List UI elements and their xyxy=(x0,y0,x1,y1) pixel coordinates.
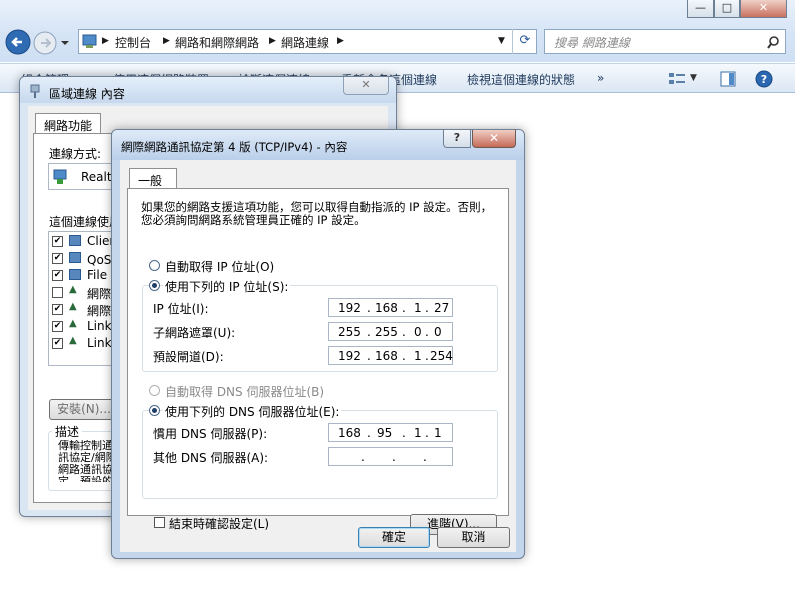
ip-address-field[interactable]: 192. 168. 1. 27 xyxy=(328,298,453,317)
close-button[interactable]: ✕ xyxy=(740,0,787,18)
ip-address-label: IP 位址(I): xyxy=(153,302,209,316)
help-button[interactable]: ? xyxy=(443,130,471,148)
search-placeholder: 搜尋 網路連線 xyxy=(554,36,630,50)
view-options-chevron-icon[interactable]: ▼ xyxy=(690,73,697,83)
connect-using-label: 連線方式: xyxy=(49,147,102,161)
ipv4-dialog-body: 一般 如果您的網路支援這項功能，您可以取得自動指派的 IP 設定。否則，您必須詢… xyxy=(120,160,516,552)
validate-label[interactable]: 結束時確認設定(L) xyxy=(169,515,269,532)
alternate-dns-label: 其他 DNS 伺服器(A): xyxy=(153,451,269,465)
breadcrumb-control-panel[interactable]: 控制台 xyxy=(115,34,151,51)
control-panel-icon xyxy=(82,34,97,48)
auto-ip-radio[interactable] xyxy=(149,260,160,271)
preferred-dns-label: 慣用 DNS 伺服器(P): xyxy=(153,427,268,441)
auto-ip-label[interactable]: 自動取得 IP 位址(O) xyxy=(165,258,274,275)
search-input[interactable]: 搜尋 網路連線 xyxy=(544,29,786,54)
protocol-icon: ▲ xyxy=(69,335,77,346)
address-dropdown-icon[interactable]: ▼ xyxy=(498,36,505,46)
ipv4-dialog-title: 網際網路通訊協定第 4 版 (TCP/IPv4) - 內容 xyxy=(121,140,348,154)
adapter-box: Realtek xyxy=(48,163,118,190)
subnet-mask-field[interactable]: 255. 255. 0. 0 xyxy=(328,322,453,341)
description-text: 傳輸控制通訊協定/網際網路通訊協定。預設的廣域網路通訊協定，提供不同網路間的通訊… xyxy=(58,440,117,482)
ipv4-properties-dialog: 網際網路通訊協定第 4 版 (TCP/IPv4) - 內容 ? ✕ 一般 如果您… xyxy=(111,129,525,559)
tab-general[interactable]: 一般 xyxy=(129,168,177,189)
components-list[interactable]: ✔Client for Microsoft Networks ✔QoS 封包排程… xyxy=(48,231,120,366)
auto-dns-radio[interactable] xyxy=(149,385,160,396)
forward-arrow-icon[interactable] xyxy=(33,31,57,55)
search-icon[interactable] xyxy=(766,35,780,49)
service-icon xyxy=(69,252,81,263)
maximize-button[interactable]: □ xyxy=(714,0,740,18)
back-arrow-icon[interactable] xyxy=(5,29,31,55)
install-button[interactable]: 安裝(N)... xyxy=(49,399,119,420)
address-bar[interactable]: ▶ 控制台 ▶ 網路和網際網路 ▶ 網路連線 ▶ ▼ xyxy=(78,29,537,54)
preferred-dns-field[interactable]: 168. 95. 1. 1 xyxy=(328,423,453,442)
auto-dns-label[interactable]: 自動取得 DNS 伺服器位址(B) xyxy=(165,383,324,400)
network-adapter-icon xyxy=(30,84,40,98)
lan-dialog-close-button[interactable]: ✕ xyxy=(343,77,389,95)
manual-ip-radio[interactable] xyxy=(149,280,160,291)
view-status-command[interactable]: 檢視這個連線的狀態 xyxy=(467,71,575,88)
breadcrumb-separator-icon[interactable]: ▶ xyxy=(269,36,276,46)
protocol-icon: ▲ xyxy=(69,284,77,295)
protocol-icon: ▲ xyxy=(69,318,77,329)
protocol-icon: ▲ xyxy=(69,301,77,312)
alternate-dns-field[interactable]: ... xyxy=(328,447,453,466)
breadcrumb-network-connections[interactable]: 網路連線 xyxy=(281,34,329,51)
breadcrumb-separator-icon[interactable]: ▶ xyxy=(337,36,344,46)
manual-dns-label[interactable]: 使用下列的 DNS 伺服器位址(E): xyxy=(163,403,342,420)
ipv4-dialog-close-button[interactable]: ✕ xyxy=(472,130,516,148)
service-icon xyxy=(69,269,81,280)
network-card-icon xyxy=(53,169,67,184)
breadcrumb-separator-icon[interactable]: ▶ xyxy=(163,36,170,46)
refresh-icon[interactable]: ⟳ xyxy=(512,29,537,54)
description-label: 描述 xyxy=(52,423,83,440)
preview-pane-icon[interactable] xyxy=(720,71,736,87)
lan-dialog-title: 區域連線 內容 xyxy=(49,87,125,101)
breadcrumb-network-internet[interactable]: 網路和網際網路 xyxy=(175,34,259,51)
cancel-button[interactable]: 取消 xyxy=(437,527,510,548)
default-gateway-label: 預設閘道(D): xyxy=(153,350,224,364)
more-commands-chevron[interactable]: » xyxy=(597,71,604,85)
subnet-mask-label: 子網路遮罩(U): xyxy=(153,326,236,340)
svg-text:?: ? xyxy=(761,73,767,86)
items-label: 這個連線使用下列項目(O): xyxy=(49,215,113,229)
client-icon xyxy=(69,235,81,246)
minimize-button[interactable]: — xyxy=(687,0,714,18)
ok-button[interactable]: 確定 xyxy=(358,527,430,548)
default-gateway-field[interactable]: 192. 168. 1. 254 xyxy=(328,346,453,365)
breadcrumb-separator-icon[interactable]: ▶ xyxy=(102,36,109,46)
manual-dns-radio[interactable] xyxy=(149,405,160,416)
manual-ip-label[interactable]: 使用下列的 IP 位址(S): xyxy=(163,278,291,295)
intro-text: 如果您的網路支援這項功能，您可以取得自動指派的 IP 設定。否則，您必須詢問網路… xyxy=(141,200,493,227)
general-panel: 如果您的網路支援這項功能，您可以取得自動指派的 IP 設定。否則，您必須詢問網路… xyxy=(127,188,509,535)
help-icon[interactable]: ? xyxy=(755,70,773,88)
view-options-icon[interactable] xyxy=(668,72,686,86)
recent-pages-chevron-icon[interactable] xyxy=(60,39,70,47)
validate-checkbox[interactable] xyxy=(154,517,165,528)
